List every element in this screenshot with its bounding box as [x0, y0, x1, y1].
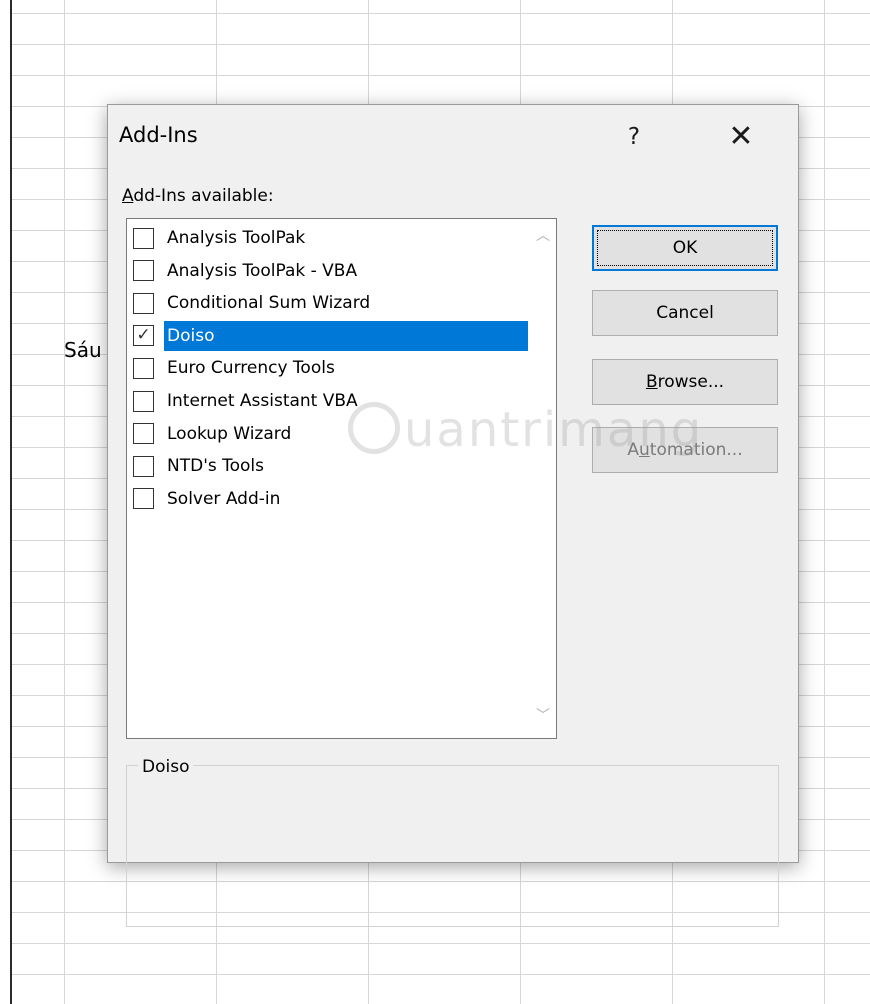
checkbox[interactable]: [133, 260, 154, 282]
focus-ring: [597, 230, 773, 266]
checkbox[interactable]: [133, 292, 154, 314]
checkbox[interactable]: [133, 423, 154, 445]
watermark-logo-icon: [348, 402, 400, 454]
list-item-label: Analysis ToolPak: [167, 228, 306, 248]
add-ins-available-label: Add-Ins available:: [122, 186, 274, 206]
list-item-label: Internet Assistant VBA: [167, 391, 358, 411]
add-ins-listbox[interactable]: Analysis ToolPak Analysis ToolPak - VBA Co…: [126, 218, 557, 739]
list-item-label: Euro Currency Tools: [167, 358, 335, 379]
list-item-label: Conditional Sum Wizard: [167, 293, 371, 314]
scroll-down-icon[interactable]: ﹀: [532, 705, 554, 727]
cancel-button[interactable]: Cancel: [592, 290, 778, 336]
scroll-up-icon[interactable]: ︿: [532, 225, 554, 247]
add-ins-dialog: Add-Ins ? ✕ Add-Ins available: Analysis …: [107, 104, 799, 927]
cancel-button-label: Cancel: [656, 303, 714, 323]
checkbox[interactable]: [133, 488, 154, 510]
list-item[interactable]: ✓ Doiso: [133, 320, 528, 351]
checkbox[interactable]: [133, 357, 154, 379]
browse-button-label: rowse...: [657, 372, 725, 392]
list-item[interactable]: Euro Currency Tools: [133, 353, 528, 383]
list-item-label: NTD's Tools: [167, 456, 265, 477]
checkbox[interactable]: [133, 227, 154, 249]
dialog-title: Add-Ins: [119, 123, 198, 147]
close-icon[interactable]: ✕: [721, 117, 761, 157]
watermark: uantrimang: [404, 402, 704, 458]
checkbox[interactable]: ✓: [133, 325, 154, 347]
sheet-cell-text: Sáu: [64, 338, 102, 362]
list-item[interactable]: Analysis ToolPak - VBA: [133, 256, 528, 286]
list-item-label: Doiso: [164, 320, 528, 351]
browse-accelerator: B: [645, 372, 658, 392]
checkbox[interactable]: [133, 455, 154, 477]
accelerator-a: A: [122, 186, 134, 206]
list-item-label: Analysis ToolPak - VBA: [167, 260, 358, 281]
description-title: Doiso: [138, 757, 194, 777]
ok-button[interactable]: OK: [592, 225, 778, 271]
list-item[interactable]: Conditional Sum Wizard: [133, 288, 528, 318]
list-item[interactable]: Analysis ToolPak: [133, 223, 528, 253]
description-groupbox: [126, 765, 779, 927]
help-button[interactable]: ?: [614, 117, 654, 157]
list-item-label: Solver Add-in: [167, 488, 281, 509]
list-item[interactable]: Solver Add-in: [133, 484, 528, 514]
checkbox[interactable]: [133, 390, 154, 412]
list-item-label: Lookup Wizard: [167, 423, 292, 444]
browse-button[interactable]: Browse...: [592, 359, 778, 405]
available-label-rest: dd-Ins available:: [133, 186, 274, 206]
